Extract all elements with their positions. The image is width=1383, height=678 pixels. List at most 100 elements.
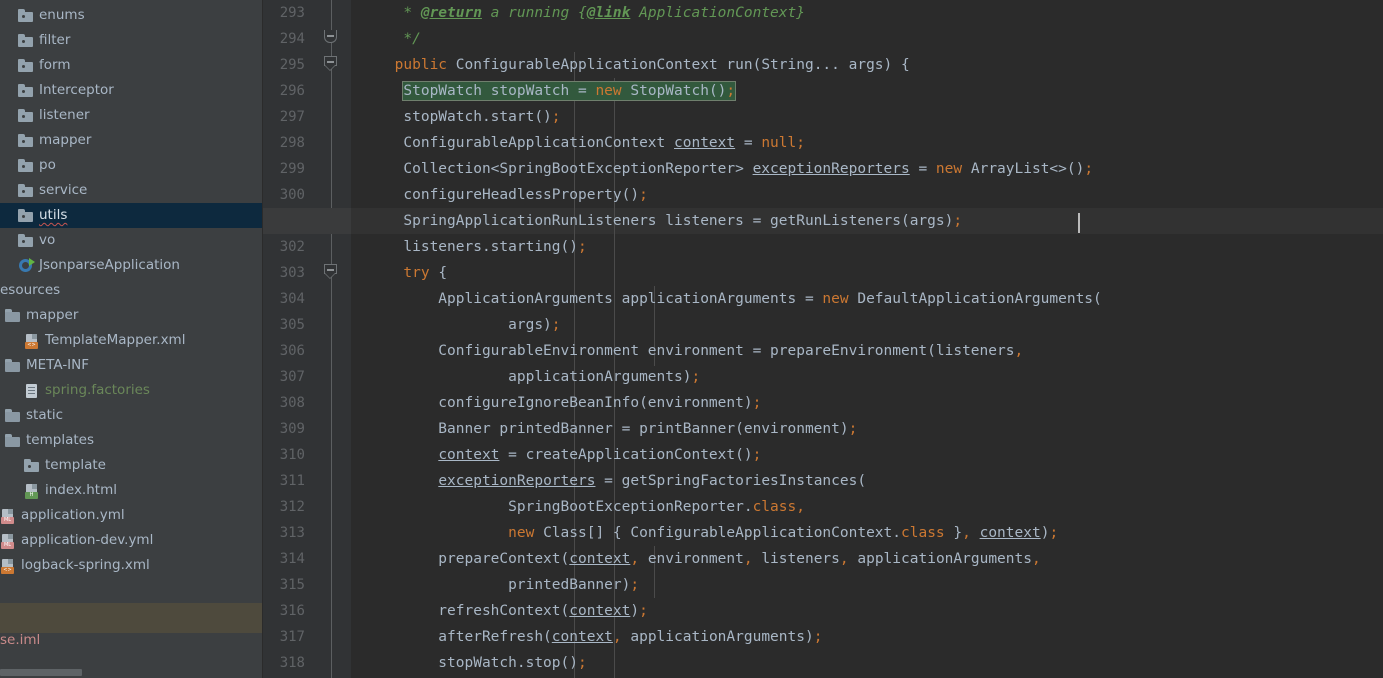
xml-file-icon: <> (0, 558, 16, 574)
code-line[interactable]: context = createApplicationContext(); (351, 442, 1383, 468)
code-token: ApplicationArguments applicationArgument… (351, 291, 823, 307)
code-line[interactable]: SpringApplicationRunListeners listeners … (351, 208, 1383, 234)
code-line[interactable]: configureHeadlessProperty(); (351, 182, 1383, 208)
line-number: 296 (279, 83, 305, 99)
tree-item-label: TemplateMapper.xml (45, 332, 186, 348)
tree-item-service[interactable]: service (0, 178, 263, 203)
folder-icon (18, 8, 34, 25)
tree-item-logback-spring-xml[interactable]: <> logback-spring.xml (0, 553, 263, 578)
line-number: 294 (279, 31, 305, 47)
code-line[interactable]: printedBanner); (351, 572, 1383, 598)
folder-icon (24, 458, 40, 475)
tree-item-label: JsonparseApplication (39, 257, 180, 273)
code-line[interactable]: stopWatch.start(); (351, 104, 1383, 130)
tree-item-index-html[interactable]: Hindex.html (0, 478, 263, 503)
tree-item-enums[interactable]: enums (0, 3, 263, 28)
code-line[interactable]: StopWatch stopWatch = new StopWatch(); (351, 78, 1383, 104)
code-line[interactable]: ConfigurableEnvironment environment = pr… (351, 338, 1383, 364)
fold-region-line (331, 0, 332, 678)
code-token: ; (848, 421, 858, 437)
code-line[interactable]: new Class[] { ConfigurableApplicationCon… (351, 520, 1383, 546)
tree-item-spring-factories[interactable]: spring.factories (0, 378, 263, 403)
code-line[interactable]: SpringBootExceptionReporter.class, (351, 494, 1383, 520)
code-token: configureIgnoreBeanInfo(environment) (351, 395, 753, 411)
tree-item-form[interactable]: form (0, 53, 263, 78)
code-line[interactable]: */ (351, 26, 1383, 52)
code-token: , (1031, 551, 1041, 567)
properties-file-icon (24, 383, 40, 399)
code-line[interactable]: ConfigurableApplicationContext context =… (351, 130, 1383, 156)
code-line[interactable]: applicationArguments); (351, 364, 1383, 390)
code-fold-marker[interactable] (324, 56, 339, 71)
code-line[interactable]: public ConfigurableApplicationContext ru… (351, 52, 1383, 78)
code-token: environment (639, 551, 744, 567)
tree-item-vo[interactable]: vo (0, 228, 263, 253)
code-token: Collection<SpringBootExceptionReporter> (351, 161, 753, 177)
code-editor[interactable]: 2932942952962972982993003013023033043053… (263, 0, 1383, 678)
code-line[interactable]: refreshContext(context); (351, 598, 1383, 624)
line-number: 302 (279, 239, 305, 255)
code-token: ConfigurableApplicationContext (351, 135, 675, 151)
code-token: a running { (481, 5, 587, 21)
code-token: context (438, 447, 500, 463)
code-token: ApplicationContext} (630, 5, 805, 21)
code-text-area[interactable]: * @return a running {@link ApplicationCo… (351, 0, 1383, 678)
code-token: afterRefresh( (351, 629, 552, 645)
code-fold-marker[interactable] (324, 264, 339, 279)
sidebar-hscrollbar[interactable] (0, 668, 263, 678)
project-tree-panel[interactable]: enums filter form Interceptor listener mapper… (0, 0, 263, 678)
code-line[interactable]: Banner printedBanner = printBanner(envir… (351, 416, 1383, 442)
tree-item-mapper[interactable]: mapper (0, 303, 263, 328)
code-line[interactable]: ApplicationArguments applicationArgument… (351, 286, 1383, 312)
tree-item-filter[interactable]: filter (0, 28, 263, 53)
tree-item-meta-inf[interactable]: META-INF (0, 353, 263, 378)
tree-item-iml[interactable]: se.iml (0, 628, 263, 653)
code-token: context (979, 525, 1041, 541)
tree-item-application-yml[interactable]: ML application.yml (0, 503, 263, 528)
tree-item-label: listener (39, 107, 90, 123)
code-token: context (674, 135, 736, 151)
code-token: null (761, 135, 797, 151)
tree-item-templatemapper-xml[interactable]: <> TemplateMapper.xml (0, 328, 263, 353)
tree-item-utils[interactable]: utils (0, 203, 263, 228)
line-number: 309 (279, 421, 305, 437)
tree-item-templates[interactable]: templates (0, 428, 263, 453)
code-token: ; (639, 603, 648, 619)
code-token: { (429, 265, 448, 281)
code-folding-strip[interactable] (313, 0, 351, 678)
tree-item-static[interactable]: static (0, 403, 263, 428)
project-tree[interactable]: enums filter form Interceptor listener mapper… (0, 0, 263, 678)
tree-item-po[interactable]: po (0, 153, 263, 178)
code-token: ; (551, 317, 561, 333)
tree-item-listener[interactable]: listener (0, 103, 263, 128)
tree-item-label: Interceptor (39, 82, 114, 98)
tree-item-mapper[interactable]: mapper (0, 128, 263, 153)
code-line[interactable]: exceptionReporters = getSpringFactoriesI… (351, 468, 1383, 494)
code-line[interactable]: * @return a running {@link ApplicationCo… (351, 0, 1383, 26)
line-number: 305 (279, 317, 305, 333)
code-token: class (752, 499, 797, 515)
line-number: 308 (279, 395, 305, 411)
text-caret (1078, 213, 1080, 233)
tree-item-interceptor[interactable]: Interceptor (0, 78, 263, 103)
code-token: ; (577, 655, 587, 671)
code-line[interactable]: Collection<SpringBootExceptionReporter> … (351, 156, 1383, 182)
code-fold-marker[interactable] (324, 30, 339, 45)
tree-item-application-dev-yml[interactable]: ML application-dev.yml (0, 528, 263, 553)
code-line[interactable]: args); (351, 312, 1383, 338)
code-line[interactable]: listeners.starting(); (351, 234, 1383, 260)
tree-item-esources[interactable]: esources (0, 278, 263, 303)
sidebar-hscrollbar-thumb[interactable] (0, 669, 82, 676)
editor-gutter[interactable]: 2932942952962972982993003013023033043053… (263, 0, 313, 678)
code-line[interactable]: afterRefresh(context, applicationArgumen… (351, 624, 1383, 650)
folder-icon (5, 408, 21, 425)
tree-item-template[interactable]: template (0, 453, 263, 478)
code-token: ; (551, 109, 561, 125)
code-line[interactable]: prepareContext(context, environment, lis… (351, 546, 1383, 572)
code-line[interactable]: try { (351, 260, 1383, 286)
tree-item-jsonparseapplication[interactable]: JsonparseApplication (0, 253, 263, 278)
code-line[interactable]: stopWatch.stop(); (351, 650, 1383, 676)
code-line[interactable]: configureIgnoreBeanInfo(environment); (351, 390, 1383, 416)
